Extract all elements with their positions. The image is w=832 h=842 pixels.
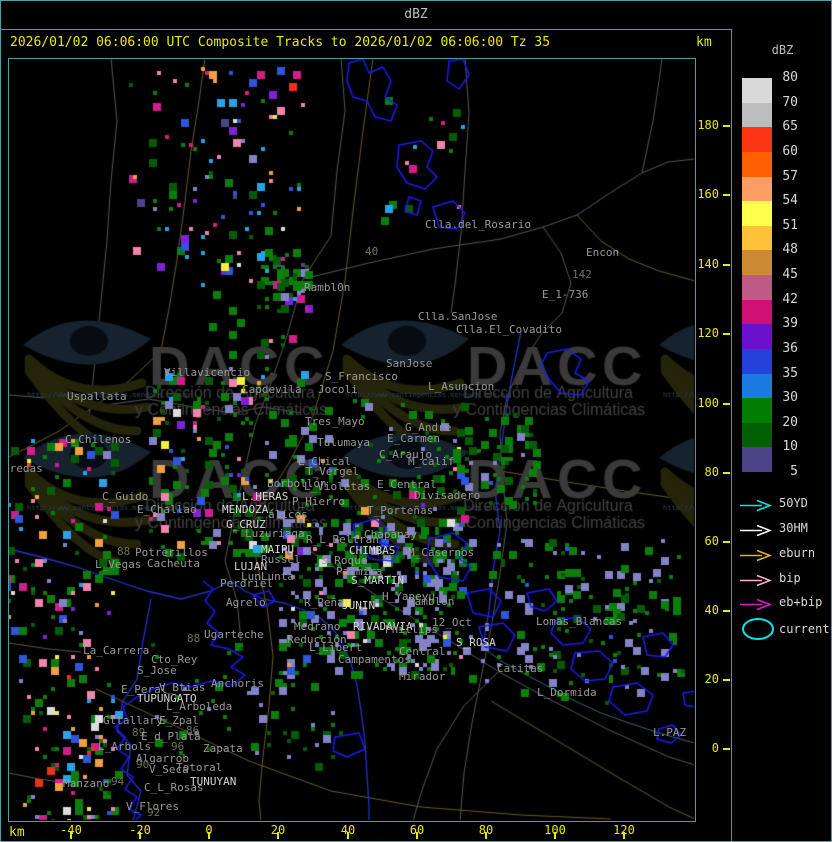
colorbar-tick-label: 80: [782, 70, 798, 85]
colorbar-tick-label: 70: [782, 94, 798, 110]
colorbar-tick-label: 48: [782, 242, 798, 258]
y-tick-mark: [723, 748, 730, 750]
y-tick-label: 0: [711, 741, 719, 755]
x-tick-mark: [623, 832, 625, 839]
colorbar-tick-label: 57: [782, 168, 798, 184]
x-axis-unit-label: km: [9, 825, 25, 840]
30HM-arrow-icon: [738, 522, 776, 541]
eburn-arrow-icon: [738, 547, 776, 566]
legend-label-bip: bip: [779, 571, 801, 585]
y-tick-label: 20: [704, 672, 719, 686]
colorbar-tick-label: 60: [782, 143, 798, 159]
legend-label-eburn: eburn: [779, 546, 816, 560]
colorbar-tick-label: 35: [782, 365, 798, 381]
colorbar-tick-label: 36: [782, 340, 798, 356]
bip-arrow-icon: [738, 572, 776, 591]
subtitle-bar: 2026/01/02 06:06:00 UTC Composite Tracks…: [1, 30, 731, 57]
x-tick-mark: [139, 832, 141, 839]
x-tick-mark: [70, 832, 72, 839]
y-tick-mark: [723, 333, 730, 335]
50YD-arrow-icon: [738, 497, 776, 516]
legend-label-eb+bip: eb+bip: [779, 595, 823, 609]
x-tick-mark: [554, 832, 556, 839]
y-tick-mark: [723, 194, 730, 196]
title-bar: dBZ: [1, 1, 831, 30]
timestamp-text: 2026/01/02 06:06:00 UTC Composite Tracks…: [10, 35, 551, 50]
page-title: dBZ: [404, 7, 428, 22]
eb+bip-arrow-icon: [738, 596, 776, 615]
colorbar-tick-label: 20: [782, 414, 798, 430]
y-tick-mark: [723, 541, 730, 543]
y-tick-mark: [723, 472, 730, 474]
colorbar-tick-label: 30: [782, 390, 798, 406]
y-tick-label: 80: [704, 465, 719, 479]
colorbar-tick-label: 65: [782, 119, 798, 135]
y-tick-mark: [723, 125, 730, 127]
colorbar-tick-label: 10: [782, 439, 798, 455]
colorbar-tick-label: 54: [782, 193, 798, 209]
y-tick-mark: [723, 264, 730, 266]
y-tick-mark: [723, 403, 730, 405]
y-tick-label: 160: [697, 187, 719, 201]
colorbar-tick-label: 39: [782, 316, 798, 332]
colorbar-tick-label: 42: [782, 291, 798, 307]
y-tick-label: 140: [697, 257, 719, 271]
colorbar-tick-label: 45: [782, 267, 798, 282]
x-tick-mark: [416, 832, 418, 839]
x-tick-mark: [485, 832, 487, 839]
y-tick-label: 180: [697, 118, 719, 132]
y-tick-label: 120: [697, 326, 719, 340]
colorbar-title: dBZ: [771, 43, 794, 57]
y-tick-mark: [723, 610, 730, 612]
colorbar-tick-label: 5: [790, 464, 798, 479]
y-tick-label: 40: [704, 603, 719, 617]
x-tick-mark: [277, 832, 279, 839]
legend-label-current: current: [779, 622, 830, 636]
y-tick-label: 100: [697, 396, 719, 410]
y-tick-label: 60: [704, 534, 719, 548]
current-cell-ellipse-icon: [738, 616, 776, 646]
x-tick-mark: [208, 832, 210, 839]
colorbar-panel: dBZ 80 70 65 60 57 54 51 48 45 42 39 36 35 30 20 10 5 50…: [731, 29, 831, 841]
y-axis-unit-label: km: [696, 35, 712, 50]
y-tick-mark: [723, 679, 730, 681]
radar-app-window: Clla.del_Rosario Encon 142 E_1-736 Rambl0n 40…: [0, 0, 832, 842]
colorbar-tick-label: 51: [782, 217, 798, 233]
legend-label-50YD: 50YD: [779, 496, 808, 510]
legend-label-30HM: 30HM: [779, 521, 808, 535]
x-tick-mark: [347, 832, 349, 839]
